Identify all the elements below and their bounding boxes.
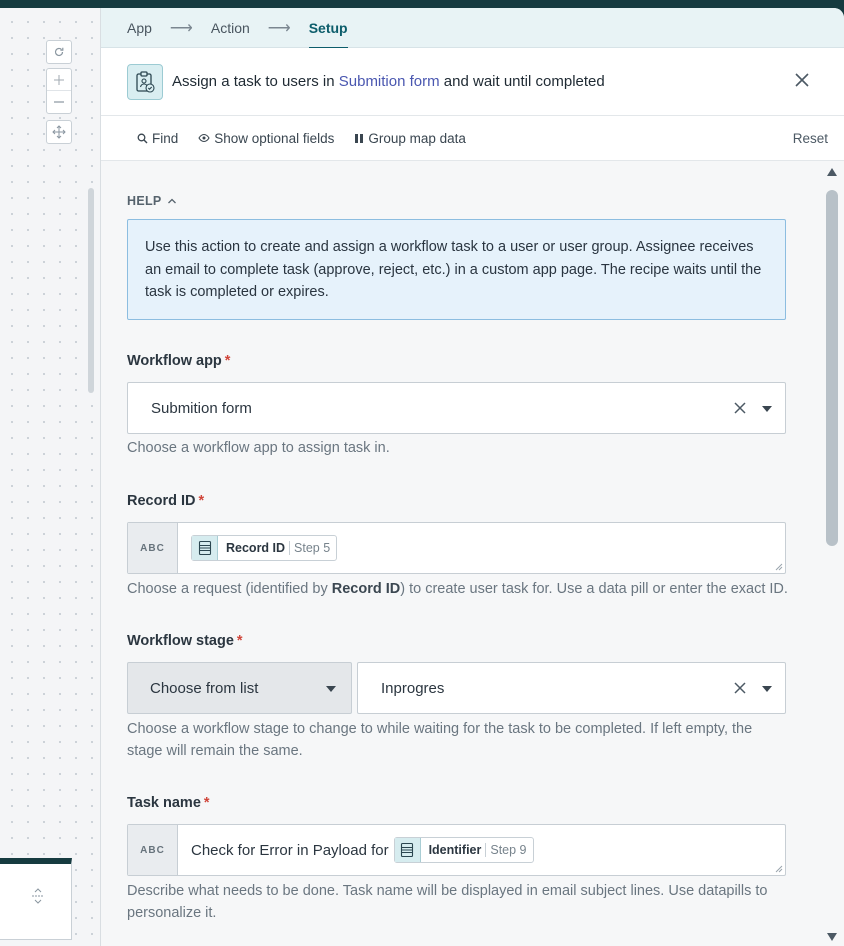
crumb-setup[interactable]: Setup xyxy=(308,20,348,49)
task-name-hint: Describe what needs to be done. Task nam… xyxy=(127,883,768,921)
resize-handle-icon[interactable] xyxy=(775,865,783,873)
task-name-text: Check for Error in Payload for xyxy=(191,841,389,859)
help-toggle[interactable]: HELP xyxy=(127,194,177,208)
search-icon xyxy=(137,133,148,143)
scroll-thumb[interactable] xyxy=(826,190,838,546)
text-type-badge[interactable]: ABC xyxy=(128,825,178,875)
caret-down-icon[interactable] xyxy=(762,686,772,692)
minimap[interactable] xyxy=(0,858,72,940)
breadcrumb: App ⟶ Action ⟶ Setup xyxy=(101,8,844,49)
record-id-field[interactable]: ABC Record ID Step 5 xyxy=(127,522,786,574)
workflow-app-label: Workflow app * xyxy=(127,353,231,369)
find-label: Find xyxy=(152,130,179,146)
pill-name: Record ID xyxy=(226,541,286,555)
required-marker: * xyxy=(236,633,243,649)
crumb-app[interactable]: App xyxy=(127,20,152,36)
datapill-identifier[interactable]: Identifier Step 9 xyxy=(393,837,534,863)
action-header: Assign a task to users in Submition form… xyxy=(101,48,844,116)
scroll-down-icon[interactable] xyxy=(827,933,837,941)
collapse-icon[interactable] xyxy=(31,888,45,904)
arrow-right-icon: ⟶ xyxy=(267,19,291,37)
reset-zoom-button[interactable] xyxy=(46,40,72,64)
pill-name: Identifier xyxy=(428,843,482,857)
task-name-label: Task name * xyxy=(127,795,210,811)
required-marker: * xyxy=(198,493,205,509)
pill-step: Step 5 xyxy=(289,541,330,555)
minus-icon xyxy=(54,101,64,103)
fit-view-button[interactable] xyxy=(46,120,72,144)
action-title: Assign a task to users in Submition form… xyxy=(172,73,605,90)
close-icon[interactable] xyxy=(794,72,810,88)
zoom-controls xyxy=(46,68,72,114)
clear-icon[interactable] xyxy=(734,402,746,414)
find-button[interactable]: Find xyxy=(137,131,178,146)
reset-button[interactable]: Reset xyxy=(793,131,828,146)
database-icon xyxy=(192,536,218,560)
form-content: HELP Use this action to create and assig… xyxy=(101,162,815,946)
refresh-icon xyxy=(54,47,64,57)
record-id-label: Record ID * xyxy=(127,493,205,509)
zoom-out-button[interactable] xyxy=(47,91,71,113)
input-mode-select[interactable]: Choose from list xyxy=(127,662,352,714)
caret-down-icon[interactable] xyxy=(762,406,772,412)
crumb-action[interactable]: Action xyxy=(211,20,250,36)
show-optional-fields-button[interactable]: Show optional fields xyxy=(198,131,334,146)
required-marker: * xyxy=(224,353,231,369)
group-map-label: Group map data xyxy=(368,130,466,146)
group-map-data-button[interactable]: Group map data xyxy=(354,131,466,146)
workflow-stage-group: Choose from list Inprogres xyxy=(127,662,786,714)
arrow-right-icon: ⟶ xyxy=(169,19,193,37)
workflow-stage-select[interactable]: Inprogres xyxy=(357,662,786,714)
task-name-field[interactable]: ABC Check for Error in Payload for Ident… xyxy=(127,824,786,876)
help-text: Use this action to create and assign a w… xyxy=(127,219,786,320)
input-mode-value: Choose from list xyxy=(150,679,259,697)
show-optional-label: Show optional fields xyxy=(214,130,335,146)
workflow-app-hint: Choose a workflow app to assign task in. xyxy=(127,440,390,456)
caret-down-icon[interactable] xyxy=(326,686,336,692)
text-type-badge[interactable]: ABC xyxy=(128,523,178,573)
move-arrows-icon xyxy=(52,125,66,139)
columns-icon xyxy=(355,133,364,143)
workflow-stage-hint: Choose a workflow stage to change to whi… xyxy=(127,721,753,759)
resize-handle-icon[interactable] xyxy=(775,563,783,571)
workflow-app-select[interactable]: Submition form xyxy=(127,382,786,434)
plus-icon xyxy=(54,74,64,85)
recipe-canvas[interactable] xyxy=(0,8,110,946)
clear-icon[interactable] xyxy=(734,682,746,694)
toolbar: Find Show optional fields Group map data… xyxy=(101,116,844,161)
required-marker: * xyxy=(203,795,210,811)
panel-scrollbar[interactable] xyxy=(820,162,844,946)
title-prefix: Assign a task to users in xyxy=(172,73,339,90)
title-app-link[interactable]: Submition form xyxy=(339,73,440,90)
workflow-stage-label: Workflow stage * xyxy=(127,633,243,649)
workflow-app-value: Submition form xyxy=(151,399,252,417)
pill-step: Step 9 xyxy=(485,843,527,857)
datapill-record-id[interactable]: Record ID Step 5 xyxy=(191,535,338,561)
canvas-scrollbar[interactable] xyxy=(88,188,94,393)
workflow-stage-value: Inprogres xyxy=(381,679,445,697)
title-suffix: and wait until completed xyxy=(439,73,605,90)
zoom-in-button[interactable] xyxy=(47,69,71,91)
chevron-up-icon xyxy=(167,198,176,204)
database-icon xyxy=(394,838,421,862)
help-label: HELP xyxy=(127,194,162,208)
action-config-panel: App ⟶ Action ⟶ Setup Assign a task to us… xyxy=(100,8,844,946)
scroll-up-icon[interactable] xyxy=(827,168,837,176)
task-clipboard-icon xyxy=(127,63,163,100)
eye-icon xyxy=(198,133,210,143)
record-id-hint: Choose a request (identified by Record I… xyxy=(127,581,788,597)
